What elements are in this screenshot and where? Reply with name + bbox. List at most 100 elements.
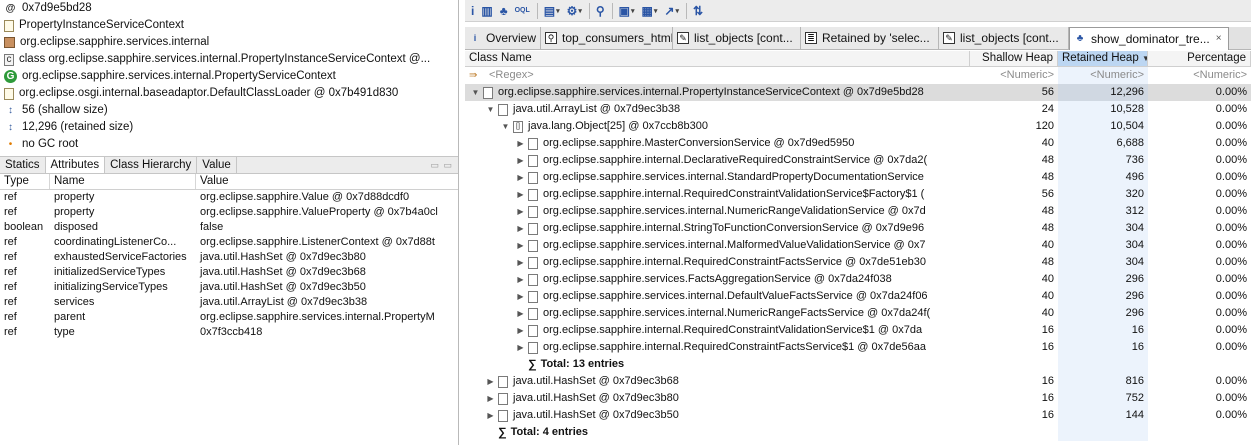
editor-tab-1[interactable]: ⚲ top_consumers_html xyxy=(541,27,673,49)
info-row[interactable]: PropertyInstanceServiceContext xyxy=(0,17,458,34)
column-name[interactable]: Name xyxy=(50,174,196,189)
editor-tab-2[interactable]: ✎ list_objects [cont... xyxy=(673,27,801,49)
reports-button[interactable]: ▤ ▾ xyxy=(544,3,560,19)
filter-shallow-heap[interactable]: <Numeric> xyxy=(970,67,1058,84)
table-row[interactable]: ▶ org.eclipse.sapphire.internal.RequiredC… xyxy=(465,254,1251,271)
info-row[interactable]: Gorg.eclipse.sapphire.services.internal.… xyxy=(0,68,458,85)
table-row[interactable]: ▶ org.eclipse.sapphire.services.internal.… xyxy=(465,203,1251,220)
class-name-cell[interactable]: ▶ java.util.HashSet @ 0x7d9ec3b68 xyxy=(465,373,970,390)
class-name-cell[interactable]: ▶ java.util.HashSet @ 0x7d9ec3b50 xyxy=(465,407,970,424)
expand-icon[interactable]: ▶ xyxy=(516,339,525,356)
class-name-cell[interactable]: ▶ org.eclipse.sapphire.internal.Declarati… xyxy=(465,152,970,169)
column-class-name[interactable]: Class Name xyxy=(465,51,970,66)
table-row[interactable]: ▶ org.eclipse.sapphire.services.internal.… xyxy=(465,169,1251,186)
expand-icon[interactable]: ▶ xyxy=(516,186,525,203)
search-button[interactable]: ⚲ xyxy=(596,3,605,19)
info-row[interactable]: ↕ 56 (shallow size) xyxy=(0,102,458,119)
close-icon[interactable]: × xyxy=(1216,28,1222,50)
attribute-row[interactable]: ref initializingServiceTypes java.util.Has… xyxy=(0,280,458,295)
info-row[interactable]: ↕ 12,296 (retained size) xyxy=(0,119,458,136)
table-row[interactable]: ▶ org.eclipse.sapphire.services.internal.… xyxy=(465,237,1251,254)
table-row[interactable]: ▶ org.eclipse.sapphire.internal.Declarati… xyxy=(465,152,1251,169)
expand-icon[interactable]: ▶ xyxy=(516,203,525,220)
attribute-row[interactable]: ref parent org.eclipse.sapphire.services.i… xyxy=(0,310,458,325)
class-name-cell[interactable]: ▶ org.eclipse.sapphire.services.internal.… xyxy=(465,203,970,220)
attribute-row[interactable]: ref coordinatingListenerCo... org.eclipse.… xyxy=(0,235,458,250)
tab-statics[interactable]: Statics xyxy=(0,157,46,173)
attribute-row[interactable]: ref property org.eclipse.sapphire.ValuePro… xyxy=(0,205,458,220)
column-value[interactable]: Value xyxy=(196,174,458,189)
expand-icon[interactable]: ▶ xyxy=(516,220,525,237)
class-name-cell[interactable]: ▼[] java.lang.Object[25] @ 0x7ccb8b300 xyxy=(465,118,970,135)
expand-icon[interactable]: ▶ xyxy=(516,271,525,288)
expand-icon[interactable]: ▶ xyxy=(486,373,495,390)
table-row[interactable]: ▶ org.eclipse.sapphire.internal.StringToF… xyxy=(465,220,1251,237)
column-percentage[interactable]: Percentage xyxy=(1148,51,1251,66)
tab-attributes[interactable]: Attributes xyxy=(45,157,106,173)
expand-icon[interactable]: ▶ xyxy=(516,305,525,322)
table-row[interactable]: ▶ org.eclipse.sapphire.MasterConversionSe… xyxy=(465,135,1251,152)
pane-menu-icon[interactable]: ▭ ▭ xyxy=(430,157,453,173)
expand-icon[interactable]: ▶ xyxy=(516,169,525,186)
class-name-cell[interactable]: ▶ org.eclipse.sapphire.internal.RequiredC… xyxy=(465,254,970,271)
attribute-row[interactable]: ref property org.eclipse.sapphire.Value @ … xyxy=(0,190,458,205)
class-name-cell[interactable]: ▶ org.eclipse.sapphire.internal.RequiredC… xyxy=(465,339,970,356)
info-row[interactable]: • no GC root xyxy=(0,136,458,153)
tab-value[interactable]: Value xyxy=(197,157,237,173)
table-row[interactable]: ▶ org.eclipse.sapphire.internal.RequiredC… xyxy=(465,186,1251,203)
class-name-cell[interactable]: ▶ java.util.HashSet @ 0x7d9ec3b80 xyxy=(465,390,970,407)
expand-icon[interactable]: ▶ xyxy=(516,254,525,271)
table-row[interactable]: ∑ Total: 4 entries xyxy=(465,424,1251,441)
export-button[interactable]: ↗ ▾ xyxy=(664,3,679,19)
class-name-cell[interactable]: ▶ org.eclipse.sapphire.MasterConversionSe… xyxy=(465,135,970,152)
expand-icon[interactable]: ▶ xyxy=(486,390,495,407)
editor-tab-3[interactable]: ≣ Retained by 'selec... xyxy=(801,27,939,49)
regex-filter-input[interactable]: <Regex> xyxy=(489,67,534,84)
editor-tab-0[interactable]: i Overview xyxy=(465,27,541,49)
filter-retained-heap[interactable]: <Numeric> xyxy=(1058,67,1148,84)
attribute-row[interactable]: ref exhaustedServiceFactories java.util.Ha… xyxy=(0,250,458,265)
tab-class-hierarchy[interactable]: Class Hierarchy xyxy=(105,157,198,173)
collapse-icon[interactable]: ▼ xyxy=(471,84,480,101)
table-row[interactable]: ▶ org.eclipse.sapphire.services.internal.… xyxy=(465,288,1251,305)
class-name-cell[interactable]: ▼ org.eclipse.sapphire.services.internal.… xyxy=(465,84,970,101)
expand-icon[interactable]: ▶ xyxy=(486,407,495,424)
class-name-cell[interactable]: ▶ org.eclipse.sapphire.services.internal.… xyxy=(465,288,970,305)
collapse-icon[interactable]: ▼ xyxy=(501,118,510,135)
info-button[interactable]: i xyxy=(471,3,474,19)
info-row[interactable]: @0x7d9e5bd28 xyxy=(0,0,458,17)
class-name-cell[interactable]: ▶ org.eclipse.sapphire.internal.RequiredC… xyxy=(465,186,970,203)
table-row[interactable]: ▶ java.util.HashSet @ 0x7d9ec3b50 16 144 0.0… xyxy=(465,407,1251,424)
columns-button[interactable]: ▦ ▾ xyxy=(642,3,658,19)
collapse-icon[interactable]: ▼ xyxy=(486,101,495,118)
filter-percentage[interactable]: <Numeric> xyxy=(1148,67,1251,84)
editor-tab-4[interactable]: ✎ list_objects [cont... xyxy=(939,27,1069,49)
class-name-cell[interactable]: ∑ Total: 13 entries xyxy=(465,356,970,373)
class-name-cell[interactable]: ▶ org.eclipse.sapphire.services.internal.… xyxy=(465,237,970,254)
table-row[interactable]: ▶ org.eclipse.sapphire.internal.RequiredC… xyxy=(465,339,1251,356)
class-name-cell[interactable]: ▶ org.eclipse.sapphire.internal.RequiredC… xyxy=(465,322,970,339)
pin-button[interactable]: ⇅ xyxy=(693,3,703,19)
class-name-cell[interactable]: ▶ org.eclipse.sapphire.services.internal.… xyxy=(465,169,970,186)
expand-icon[interactable]: ▶ xyxy=(516,152,525,169)
column-shallow-heap[interactable]: Shallow Heap xyxy=(970,51,1058,66)
filter-class-name[interactable]: ⇛ <Regex> xyxy=(465,67,970,84)
class-name-cell[interactable]: ∑ Total: 4 entries xyxy=(465,424,970,441)
class-name-cell[interactable]: ▼ java.util.ArrayList @ 0x7d9ec3b38 xyxy=(465,101,970,118)
table-row[interactable]: ▼ java.util.ArrayList @ 0x7d9ec3b38 24 10,5… xyxy=(465,101,1251,118)
table-row[interactable]: ▶ java.util.HashSet @ 0x7d9ec3b80 16 752 0.0… xyxy=(465,390,1251,407)
group-button[interactable]: ▣ ▾ xyxy=(619,3,635,19)
class-name-cell[interactable]: ▶ org.eclipse.sapphire.internal.StringToF… xyxy=(465,220,970,237)
table-row[interactable]: ▼ org.eclipse.sapphire.services.internal.… xyxy=(465,84,1251,101)
table-row[interactable]: ▶ org.eclipse.sapphire.services.internal.… xyxy=(465,305,1251,322)
dominator-tree-button[interactable]: ♣ xyxy=(500,3,508,19)
info-row[interactable]: c class org.eclipse.sapphire.services.int… xyxy=(0,51,458,68)
info-row[interactable]: org.eclipse.sapphire.services.internal xyxy=(0,34,458,51)
table-row[interactable]: ▶ org.eclipse.sapphire.internal.RequiredC… xyxy=(465,322,1251,339)
expand-icon[interactable]: ▶ xyxy=(516,322,525,339)
table-row[interactable]: ▶ org.eclipse.sapphire.services.FactsAggr… xyxy=(465,271,1251,288)
attribute-row[interactable]: ref services java.util.ArrayList @ 0x7d9ec… xyxy=(0,295,458,310)
oql-button[interactable]: OQL xyxy=(515,3,530,19)
query-browser-button[interactable]: ⚙ ▾ xyxy=(567,3,582,19)
table-row[interactable]: ▶ java.util.HashSet @ 0x7d9ec3b68 16 816 0.0… xyxy=(465,373,1251,390)
